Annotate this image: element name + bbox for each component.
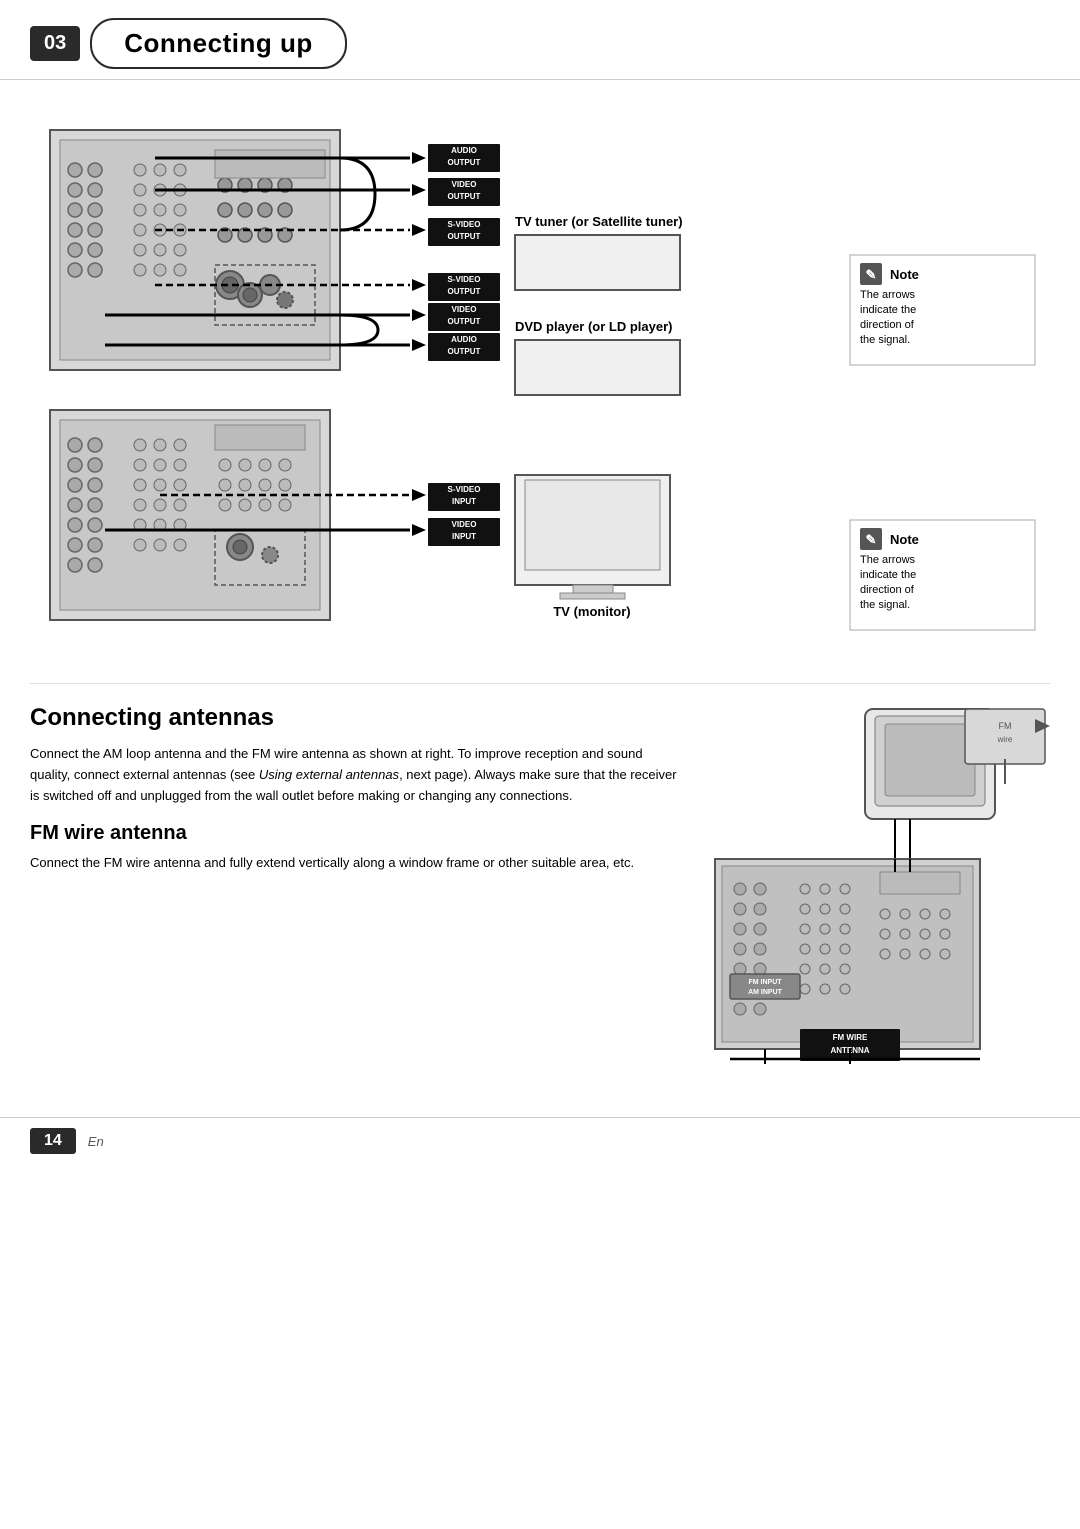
svg-text:direction of: direction of <box>860 584 915 596</box>
svg-text:indicate the: indicate the <box>860 304 916 316</box>
svg-text:VIDEO: VIDEO <box>452 305 477 314</box>
svg-text:AUDIO: AUDIO <box>451 146 477 155</box>
connecting-antennas-title: Connecting antennas <box>30 704 680 732</box>
svg-text:OUTPUT: OUTPUT <box>448 347 481 356</box>
svg-text:OUTPUT: OUTPUT <box>448 287 481 296</box>
svg-text:S-VIDEO: S-VIDEO <box>448 275 481 284</box>
svg-text:the signal.: the signal. <box>860 599 910 611</box>
fm-wire-title: FM wire antenna <box>30 822 680 845</box>
svg-text:The arrows: The arrows <box>860 289 916 301</box>
chapter-title: Connecting up <box>90 18 346 69</box>
svg-text:AUDIO: AUDIO <box>451 335 477 344</box>
chapter-number: 03 <box>30 26 80 61</box>
svg-text:OUTPUT: OUTPUT <box>448 192 481 201</box>
svg-text:FM WIRE: FM WIRE <box>833 1033 868 1042</box>
svg-text:VIDEO: VIDEO <box>452 180 477 189</box>
antennas-diagram: FM wire AM LOOP ANTENNA <box>710 704 1050 1067</box>
svg-text:OUTPUT: OUTPUT <box>448 317 481 326</box>
svg-text:wire: wire <box>997 735 1013 744</box>
svg-text:TV (monitor): TV (monitor) <box>553 604 630 619</box>
svg-text:VIDEO: VIDEO <box>452 520 477 529</box>
svg-text:Note: Note <box>890 267 919 282</box>
svg-text:INPUT: INPUT <box>452 532 476 541</box>
connecting-antennas-body: Connect the AM loop antenna and the FM w… <box>30 744 680 806</box>
svg-text:✎: ✎ <box>866 532 877 547</box>
svg-text:Note: Note <box>890 532 919 547</box>
svg-text:direction of: direction of <box>860 319 915 331</box>
main-content: AUDIO OUTPUT VIDEO OUTPUT S-VIDEO OUTPUT… <box>0 90 1080 1097</box>
svg-text:INPUT: INPUT <box>452 497 476 506</box>
svg-text:FM: FM <box>999 721 1012 731</box>
svg-text:indicate the: indicate the <box>860 569 916 581</box>
page-language: En <box>88 1134 104 1149</box>
svg-text:S-VIDEO: S-VIDEO <box>448 485 481 494</box>
svg-text:DVD player (or LD player): DVD player (or LD player) <box>515 319 673 334</box>
svg-text:the signal.: the signal. <box>860 334 910 346</box>
svg-text:OUTPUT: OUTPUT <box>448 232 481 241</box>
page-footer: 14 En <box>0 1117 1080 1164</box>
svg-text:AM INPUT: AM INPUT <box>748 989 783 996</box>
page-number: 14 <box>30 1128 76 1154</box>
antennas-text: Connecting antennas Connect the AM loop … <box>30 704 680 1067</box>
antennas-section: Connecting antennas Connect the AM loop … <box>30 683 1050 1067</box>
svg-text:TV tuner (or Satellite tuner): TV tuner (or Satellite tuner) <box>515 214 683 229</box>
svg-text:✎: ✎ <box>866 267 877 282</box>
connection-diagrams: AUDIO OUTPUT VIDEO OUTPUT S-VIDEO OUTPUT… <box>30 100 1050 663</box>
fm-wire-body: Connect the FM wire antenna and fully ex… <box>30 853 680 874</box>
svg-text:OUTPUT: OUTPUT <box>448 158 481 167</box>
page-header: 03 Connecting up <box>0 0 1080 80</box>
svg-text:FM INPUT: FM INPUT <box>748 979 782 986</box>
svg-text:S-VIDEO: S-VIDEO <box>448 220 481 229</box>
svg-text:The arrows: The arrows <box>860 554 916 566</box>
